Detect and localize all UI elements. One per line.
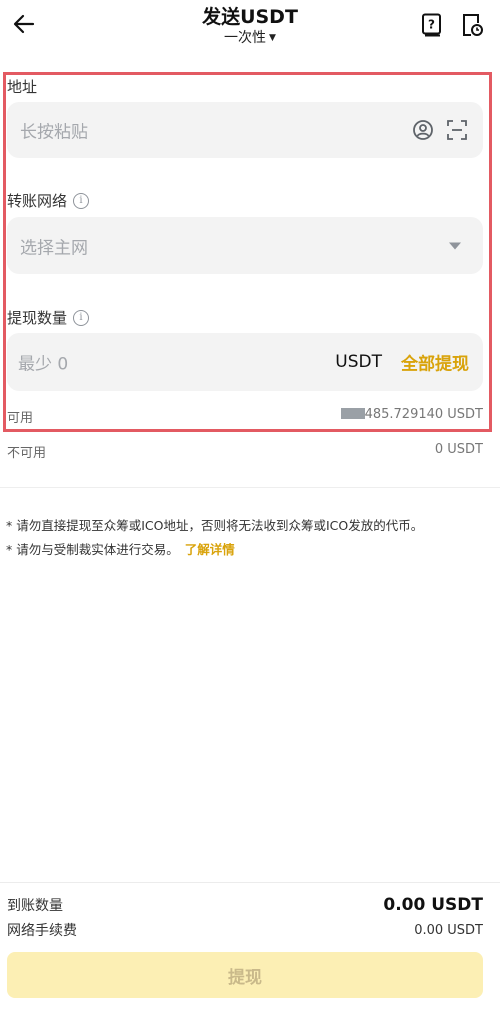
top-bar: 发送USDT 一次性 ▼ ?: [0, 0, 500, 56]
document-clock-icon: [463, 14, 483, 36]
available-value: 485.729140 USDT: [340, 407, 483, 426]
learn-more-link[interactable]: 了解详情: [185, 542, 235, 557]
network-label: 转账网络 i: [7, 190, 90, 211]
note-sanctions-text: * 请勿与受制裁实体进行交易。: [6, 542, 179, 557]
note-sanctions: * 请勿与受制裁实体进行交易。 了解详情: [6, 538, 496, 562]
scan-icon: [447, 120, 467, 140]
scan-button[interactable]: [445, 118, 469, 142]
withdraw-all-button[interactable]: 全部提现: [401, 350, 469, 375]
network-placeholder: 选择主网: [20, 238, 88, 258]
received-label: 到账数量: [7, 898, 63, 914]
fee-label: 网络手续费: [7, 923, 77, 939]
available-label: 可用: [7, 411, 34, 426]
address-label: 地址: [7, 76, 37, 97]
fee-value: 0.00 USDT: [414, 922, 483, 938]
warning-notes: * 请勿直接提现至众筹或ICO地址，否则将无法收到众筹或ICO发放的代币。 * …: [6, 514, 496, 562]
dropdown-arrow-icon: [449, 242, 461, 249]
divider: [0, 487, 500, 488]
address-input[interactable]: 长按粘贴: [7, 102, 483, 158]
address-label-text: 地址: [7, 78, 38, 96]
help-button[interactable]: ?: [419, 12, 445, 38]
svg-text:?: ?: [428, 18, 435, 32]
caret-down-icon: ▼: [269, 33, 276, 43]
user-circle-icon: [413, 120, 433, 140]
contact-button[interactable]: [411, 118, 435, 142]
network-label-text: 转账网络: [7, 192, 68, 210]
received-value: 0.00 USDT: [383, 895, 483, 915]
withdraw-type-label: 一次性: [224, 30, 267, 46]
amount-label: 提现数量 i: [7, 307, 90, 328]
history-button[interactable]: [459, 12, 485, 38]
received-row: 到账数量 0.00 USDT: [7, 895, 483, 915]
amount-input[interactable]: 最少 0 USDT 全部提现: [7, 333, 483, 391]
info-icon[interactable]: i: [73, 309, 90, 326]
privacy-mask: [340, 408, 365, 419]
info-icon[interactable]: i: [73, 192, 90, 209]
withdraw-button[interactable]: 提现: [7, 952, 483, 998]
network-select[interactable]: 选择主网: [7, 217, 483, 274]
footer-divider: [0, 882, 500, 883]
note-ico-warning: * 请勿直接提现至众筹或ICO地址，否则将无法收到众筹或ICO发放的代币。: [6, 518, 424, 533]
address-placeholder: 长按粘贴: [20, 122, 88, 143]
unavailable-value: 0 USDT: [434, 442, 483, 457]
amount-label-text: 提现数量: [7, 309, 68, 327]
amount-placeholder: 最少 0: [18, 354, 69, 375]
question-book-icon: ?: [422, 13, 441, 37]
fee-row: 网络手续费 0.00 USDT: [7, 920, 483, 940]
unavailable-label: 不可用: [7, 446, 47, 461]
unavailable-row: 不可用 0 USDT: [7, 442, 483, 461]
available-row: 可用 485.729140 USDT: [7, 407, 483, 426]
amount-unit: USDT: [335, 352, 382, 372]
